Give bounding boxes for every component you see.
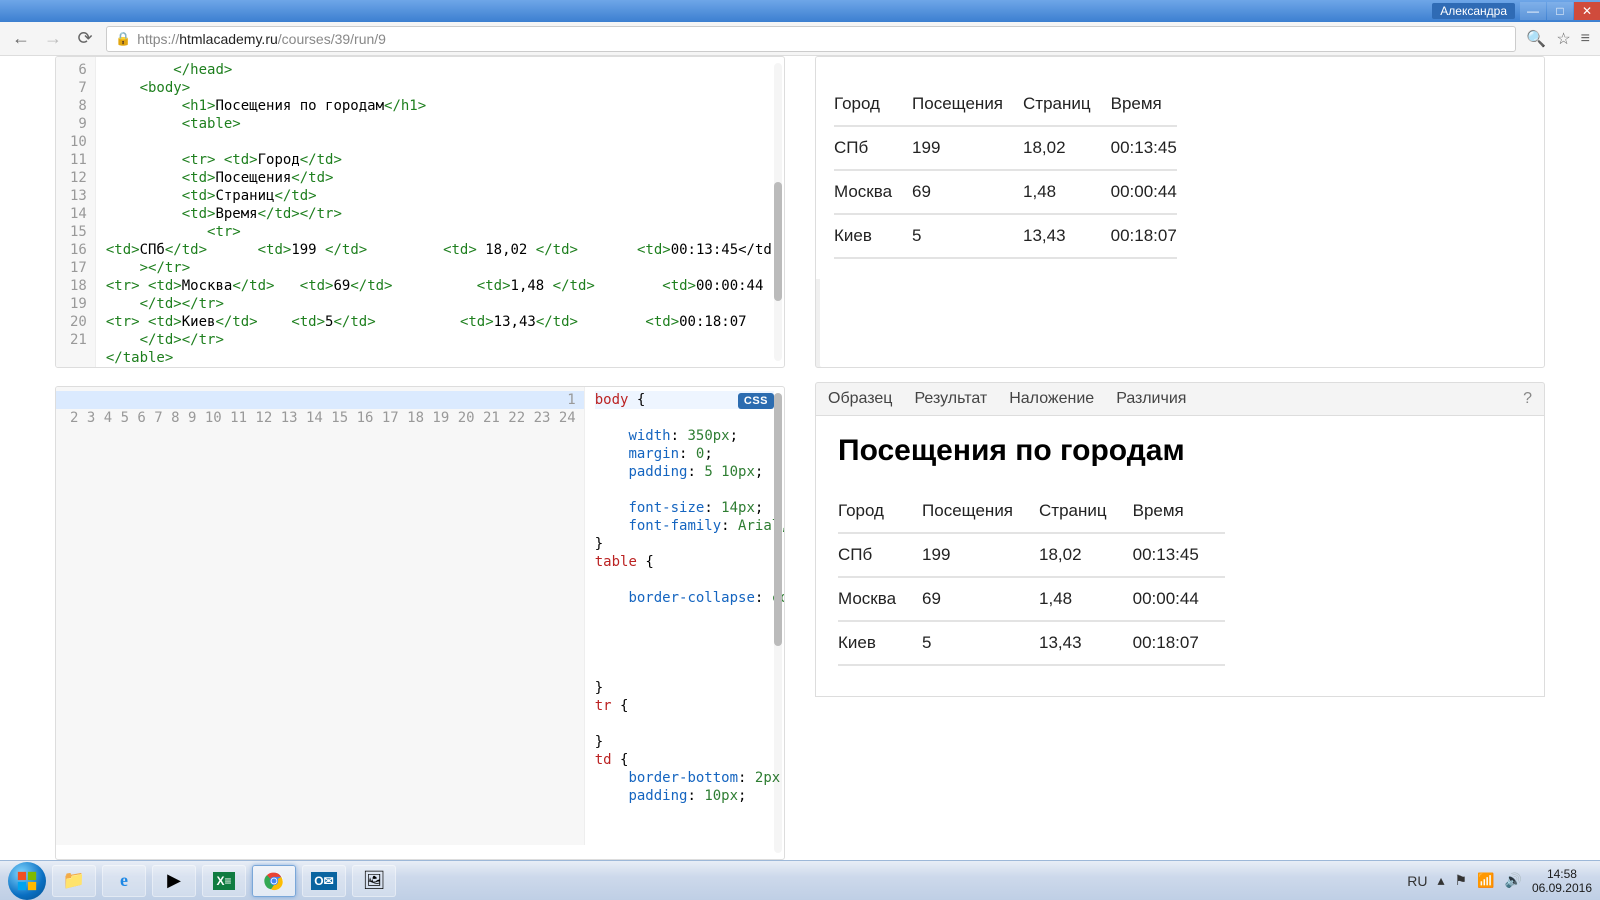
taskbar-photos-icon[interactable]: 🖼: [352, 865, 396, 897]
table-cell: 00:13:45: [1133, 533, 1225, 577]
zoom-icon[interactable]: 🔍: [1526, 29, 1546, 49]
url-host: htmlacademy.ru: [179, 31, 278, 47]
url-scheme: https://: [137, 31, 179, 47]
sample-panel: Образец Результат Наложение Различия? Посещ…: [815, 382, 1545, 697]
chrome-user-badge[interactable]: Александра: [1432, 3, 1515, 19]
tray-show-hidden-icon[interactable]: ▴: [1437, 872, 1444, 889]
tray-time: 14:58: [1532, 867, 1592, 881]
windows-taskbar: 📁 e ▶ X≡ O✉ 🖼 RU ▴ ⚑ 📶 🔊 14:58 06.09.201…: [0, 860, 1600, 900]
table-cell: Москва: [838, 577, 922, 621]
forward-button[interactable]: →: [42, 28, 64, 49]
tray-language[interactable]: RU: [1407, 873, 1427, 889]
taskbar-explorer-icon[interactable]: 📁: [52, 865, 96, 897]
browser-toolbar: ← → ⟳ 🔒 https://htmlacademy.ru/courses/3…: [0, 22, 1600, 56]
table-cell: 1,48: [1039, 577, 1133, 621]
css-editor-gutter: 1 2 3 4 5 6 7 8 9 10 11 12 13 14 15 16 1…: [56, 387, 585, 845]
table-cell: 69: [922, 577, 1039, 621]
windows-logo-icon: [16, 870, 38, 892]
css-badge: CSS: [738, 393, 774, 409]
menu-icon[interactable]: ≡: [1581, 30, 1590, 48]
left-column: 6789101112131415161718192021 </head> <bo…: [55, 56, 785, 860]
table-row: СПб19918,0200:13:45: [834, 126, 1177, 170]
page-content: 6789101112131415161718192021 </head> <bo…: [0, 56, 1600, 860]
table-cell: 00:13:45: [1111, 126, 1177, 170]
url-path: /courses/39/run/9: [278, 31, 386, 47]
table-cell: 5: [922, 621, 1039, 665]
sample-tab[interactable]: Образец: [828, 390, 892, 408]
bookmark-star-icon[interactable]: ☆: [1556, 29, 1570, 49]
table-header-cell: Страниц: [1023, 83, 1111, 126]
lock-icon: 🔒: [115, 31, 131, 47]
sample-help-icon[interactable]: ?: [1523, 390, 1532, 408]
tray-date: 06.09.2016: [1532, 881, 1592, 895]
taskbar-mediaplayer-icon[interactable]: ▶: [152, 865, 196, 897]
result-preview-panel: ГородПосещенияСтраницВремяСПб19918,0200:…: [815, 56, 1545, 368]
table-row: Киев513,4300:18:07: [834, 214, 1177, 258]
reload-button[interactable]: ⟳: [74, 28, 96, 49]
sample-table: ГородПосещенияСтраницВремяСПб19918,0200:…: [838, 490, 1225, 666]
table-row: СПб19918,0200:13:45: [838, 533, 1225, 577]
table-cell: 00:00:44: [1111, 170, 1177, 214]
sample-heading: Посещения по городам: [838, 434, 1522, 468]
table-header-cell: Время: [1111, 83, 1177, 126]
scrollbar[interactable]: [774, 63, 782, 361]
tray-network-icon[interactable]: 📶: [1477, 872, 1494, 889]
html-editor-code[interactable]: </head> <body> <h1>Посещения по городам<…: [96, 57, 784, 368]
window-maximize-button[interactable]: □: [1547, 2, 1573, 20]
scrollbar[interactable]: [774, 393, 782, 853]
tray-volume-icon[interactable]: 🔊: [1505, 872, 1522, 889]
table-header-cell: Страниц: [1039, 490, 1133, 533]
table-cell: 199: [912, 126, 1023, 170]
table-cell: 13,43: [1039, 621, 1133, 665]
table-cell: 00:00:44: [1133, 577, 1225, 621]
table-header-cell: Посещения: [922, 490, 1039, 533]
css-editor-panel[interactable]: CSS 1 2 3 4 5 6 7 8 9 10 11 12 13 14 15 …: [55, 386, 785, 860]
table-header-cell: Время: [1133, 490, 1225, 533]
result-table: ГородПосещенияСтраницВремяСПб19918,0200:…: [834, 83, 1177, 259]
table-cell: 69: [912, 170, 1023, 214]
table-cell: СПб: [838, 533, 922, 577]
table-cell: 13,43: [1023, 214, 1111, 258]
table-cell: Киев: [838, 621, 922, 665]
table-row: Киев513,4300:18:07: [838, 621, 1225, 665]
taskbar-chrome-icon[interactable]: [252, 865, 296, 897]
table-header-cell: Город: [838, 490, 922, 533]
system-tray: RU ▴ ⚑ 📶 🔊 14:58 06.09.2016: [1407, 867, 1592, 895]
chrome-icon: [264, 871, 284, 891]
html-editor-panel[interactable]: 6789101112131415161718192021 </head> <bo…: [55, 56, 785, 368]
start-button[interactable]: [8, 862, 46, 900]
table-cell: 00:18:07: [1133, 621, 1225, 665]
taskbar-ie-icon[interactable]: e: [102, 865, 146, 897]
sample-tab[interactable]: Наложение: [1009, 390, 1094, 408]
taskbar-outlook-icon[interactable]: O✉: [302, 865, 346, 897]
html-editor-gutter: 6789101112131415161718192021: [56, 57, 96, 368]
window-minimize-button[interactable]: —: [1520, 2, 1546, 20]
window-titlebar: Сообщество HTML Acade×Последние §5. Знак…: [0, 0, 1600, 22]
right-column: ГородПосещенияСтраницВремяСПб19918,0200:…: [815, 56, 1545, 860]
table-cell: СПб: [834, 126, 912, 170]
window-close-button[interactable]: ✕: [1574, 2, 1600, 20]
table-cell: 199: [922, 533, 1039, 577]
sample-tab-bar: Образец Результат Наложение Различия?: [815, 382, 1545, 416]
back-button[interactable]: ←: [10, 28, 32, 49]
table-header-cell: Город: [834, 83, 912, 126]
address-bar[interactable]: 🔒 https://htmlacademy.ru/courses/39/run/…: [106, 26, 1516, 52]
sample-tab[interactable]: Результат: [914, 390, 987, 408]
table-header-cell: Посещения: [912, 83, 1023, 126]
table-cell: 00:18:07: [1111, 214, 1177, 258]
table-cell: 1,48: [1023, 170, 1111, 214]
tray-clock[interactable]: 14:58 06.09.2016: [1532, 867, 1592, 895]
table-row: Москва691,4800:00:44: [838, 577, 1225, 621]
table-row: Москва691,4800:00:44: [834, 170, 1177, 214]
table-cell: Москва: [834, 170, 912, 214]
table-cell: 18,02: [1023, 126, 1111, 170]
taskbar-excel-icon[interactable]: X≡: [202, 865, 246, 897]
table-cell: Киев: [834, 214, 912, 258]
sample-tab[interactable]: Различия: [1116, 390, 1186, 408]
sample-body: Посещения по городам ГородПосещенияСтран…: [815, 416, 1545, 697]
table-cell: 5: [912, 214, 1023, 258]
table-cell: 18,02: [1039, 533, 1133, 577]
tray-flag-icon[interactable]: ⚑: [1455, 872, 1468, 889]
css-editor-code[interactable]: body { width: 350px; margin: 0; padding:…: [585, 387, 784, 845]
